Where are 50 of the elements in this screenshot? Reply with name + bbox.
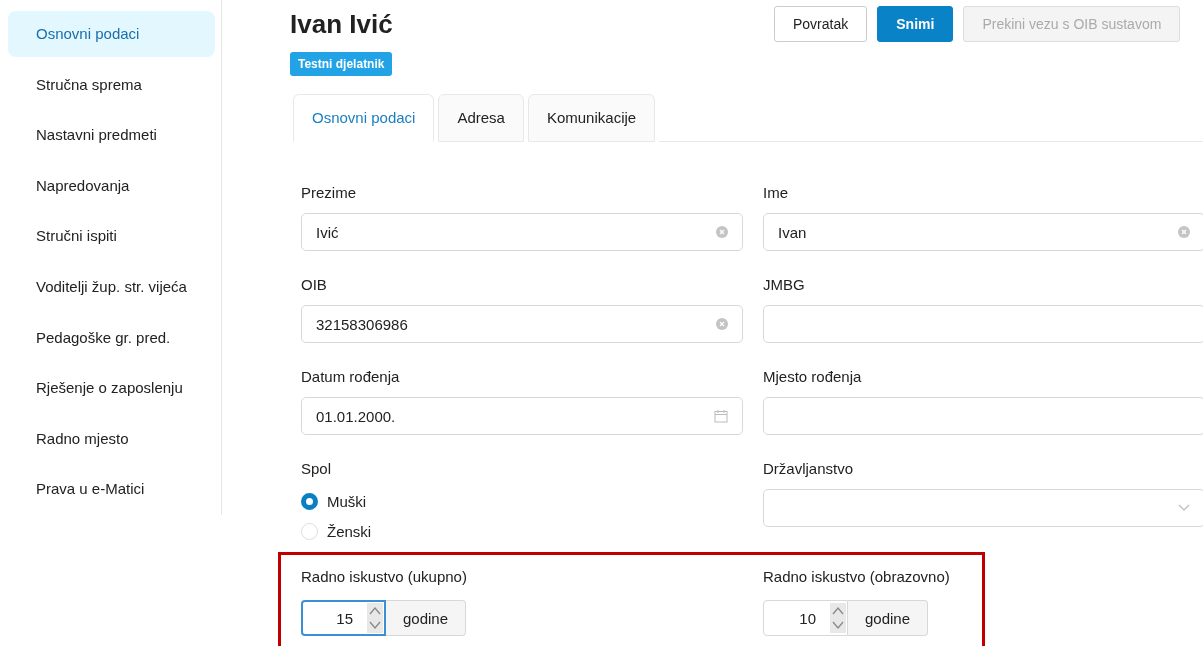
radio-option[interactable]: Ženski	[301, 523, 372, 540]
radio-option[interactable]: Muški	[301, 493, 367, 510]
text-field[interactable]	[763, 397, 1203, 435]
number-field[interactable]: 15	[301, 600, 386, 636]
unit-addon: godine	[848, 600, 929, 636]
sidebar-item[interactable]: Voditelji žup. str. vijeća	[8, 263, 215, 310]
field-label: Radno iskustvo (obrazovno)	[763, 568, 951, 586]
field-label: Ime	[763, 184, 789, 202]
text-field[interactable]: Ivić	[301, 213, 743, 251]
clear-icon[interactable]	[716, 318, 728, 330]
sidebar-item[interactable]: Stručna sprema	[8, 61, 215, 108]
employee-name: Ivan Ivić	[290, 8, 393, 40]
clear-icon[interactable]	[1178, 226, 1190, 238]
sidebar-item[interactable]: Pedagoške gr. pred.	[8, 314, 215, 361]
text-field[interactable]: 32158306986	[301, 305, 743, 343]
tab[interactable]: Komunikacije	[527, 94, 656, 142]
sidebar-item[interactable]: Radno mjesto	[8, 415, 215, 462]
sidebar-item[interactable]: Prava u e-Matici	[8, 466, 215, 513]
spinner-icon[interactable]	[830, 603, 846, 633]
field-label: OIB	[301, 276, 328, 294]
text-field[interactable]: Ivan	[763, 213, 1203, 251]
field-label: Mjesto rođenja	[763, 368, 863, 386]
sidebar-item[interactable]: Rješenje o zaposlenju	[8, 365, 215, 412]
field-label: Radno iskustvo (ukupno)	[301, 568, 468, 586]
field-label: JMBG	[763, 276, 806, 294]
unit-addon: godine	[386, 600, 467, 636]
field-label: Datum rođenja	[301, 368, 401, 386]
field-label: Spol	[301, 460, 333, 478]
employee-badge: Testni djelatnik	[290, 52, 393, 76]
radio-label: Ženski	[327, 523, 372, 540]
select-field[interactable]	[763, 489, 1203, 527]
tab[interactable]: Adresa	[438, 94, 524, 142]
tab[interactable]: Osnovni podaci	[293, 94, 435, 142]
field-label: Prezime	[301, 184, 357, 202]
text-field[interactable]	[763, 305, 1203, 343]
number-field[interactable]: 10	[763, 600, 848, 636]
date-field[interactable]: 01.01.2000.	[301, 397, 743, 435]
radio-label: Muški	[327, 493, 367, 510]
calendar-icon[interactable]	[714, 409, 728, 423]
clear-icon[interactable]	[716, 226, 728, 238]
chevron-down-icon	[1178, 504, 1190, 512]
sidebar-item[interactable]: Nastavni predmeti	[8, 112, 215, 159]
action-button[interactable]: Snimi	[877, 6, 954, 42]
action-button[interactable]: Povratak	[774, 6, 868, 42]
spinner-icon[interactable]	[367, 603, 383, 633]
sidebar-item[interactable]: Stručni ispiti	[8, 213, 215, 260]
sidebar-item[interactable]: Osnovni podaci	[8, 11, 215, 57]
sidebar-item[interactable]: Napredovanja	[8, 162, 215, 209]
radio-button[interactable]	[301, 493, 318, 510]
field-label: Državljanstvo	[763, 460, 855, 478]
